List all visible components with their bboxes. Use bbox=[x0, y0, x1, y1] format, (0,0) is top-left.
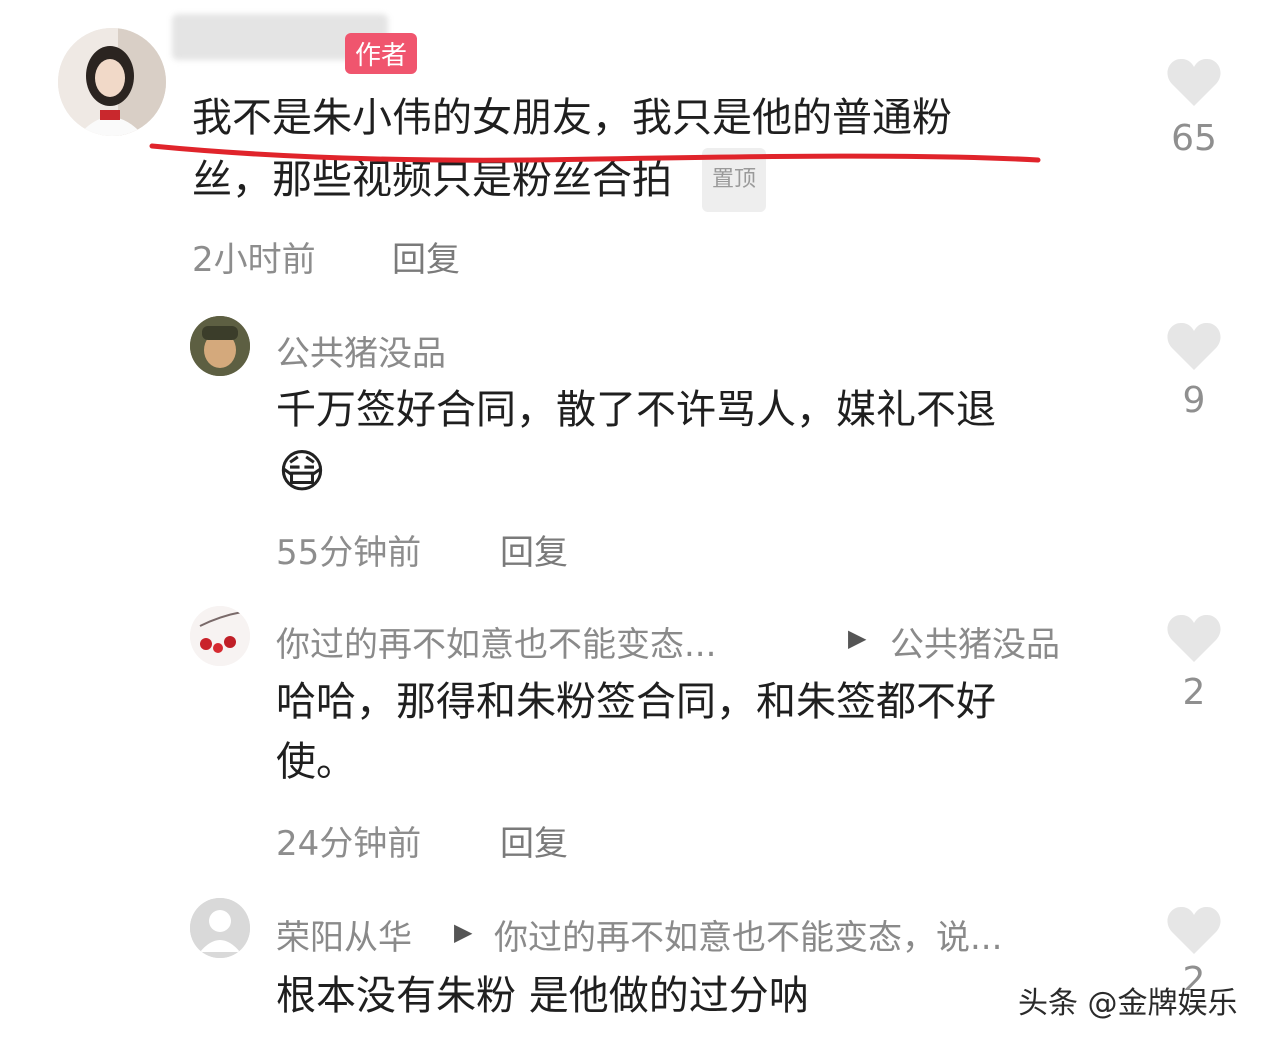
comment-text-line: 哈哈，那得和朱粉签合同，和朱签都不好 bbox=[276, 679, 996, 725]
reply-target-username[interactable]: 你过的再不如意也不能变态，说... bbox=[494, 910, 1002, 959]
comment-timestamp: 2小时前 bbox=[192, 240, 316, 280]
author-badge: 作者 bbox=[345, 33, 418, 74]
reply-button[interactable]: 回复 bbox=[500, 816, 568, 865]
avatar-photo bbox=[58, 28, 166, 136]
comment-username[interactable]: 你过的再不如意也不能变态... bbox=[276, 617, 716, 666]
heart-icon bbox=[1167, 58, 1221, 106]
avatar[interactable] bbox=[190, 606, 250, 666]
red-underline-mark bbox=[149, 143, 1041, 163]
heart-icon bbox=[1167, 322, 1221, 370]
reply-button[interactable]: 回复 bbox=[500, 525, 568, 574]
comment-username[interactable]: 荣阳从华 bbox=[276, 910, 412, 959]
avatar[interactable] bbox=[190, 898, 250, 958]
like-count: 9 bbox=[1182, 380, 1206, 421]
heart-icon bbox=[1167, 614, 1221, 662]
like-button[interactable] bbox=[1164, 614, 1224, 664]
reply-arrow-icon: ▶ bbox=[848, 624, 867, 652]
avatar[interactable] bbox=[190, 316, 250, 376]
comment-text: 哈哈，那得和朱粉签合同，和朱签都不好 使。 bbox=[276, 672, 1156, 792]
avatar-photo bbox=[190, 316, 250, 376]
reply-button[interactable]: 回复 bbox=[392, 232, 460, 281]
like-button[interactable] bbox=[1164, 906, 1224, 956]
heart-icon bbox=[1167, 906, 1221, 954]
avatar-placeholder-icon bbox=[190, 898, 250, 958]
like-count: 65 bbox=[1171, 118, 1217, 159]
avatar[interactable] bbox=[58, 28, 166, 136]
comment-text: 千万签好合同，散了不许骂人，媒礼不退 bbox=[276, 387, 996, 433]
reply-arrow-icon: ▶ bbox=[454, 918, 473, 946]
comment-text-line: 使。 bbox=[276, 739, 356, 785]
face-with-mask-emoji: 😷 bbox=[278, 444, 326, 498]
like-button[interactable] bbox=[1164, 58, 1224, 108]
avatar-photo bbox=[190, 606, 250, 666]
reply-target-username[interactable]: 公共猪没品 bbox=[890, 617, 1060, 666]
comment-timestamp: 55分钟前 bbox=[276, 533, 422, 573]
like-count: 2 bbox=[1182, 672, 1206, 713]
comment-username[interactable]: 公共猪没品 bbox=[276, 326, 446, 375]
like-button[interactable] bbox=[1164, 322, 1224, 372]
watermark: 头条 @金牌娱乐 bbox=[1018, 986, 1238, 1021]
comment-timestamp: 24分钟前 bbox=[276, 824, 422, 864]
